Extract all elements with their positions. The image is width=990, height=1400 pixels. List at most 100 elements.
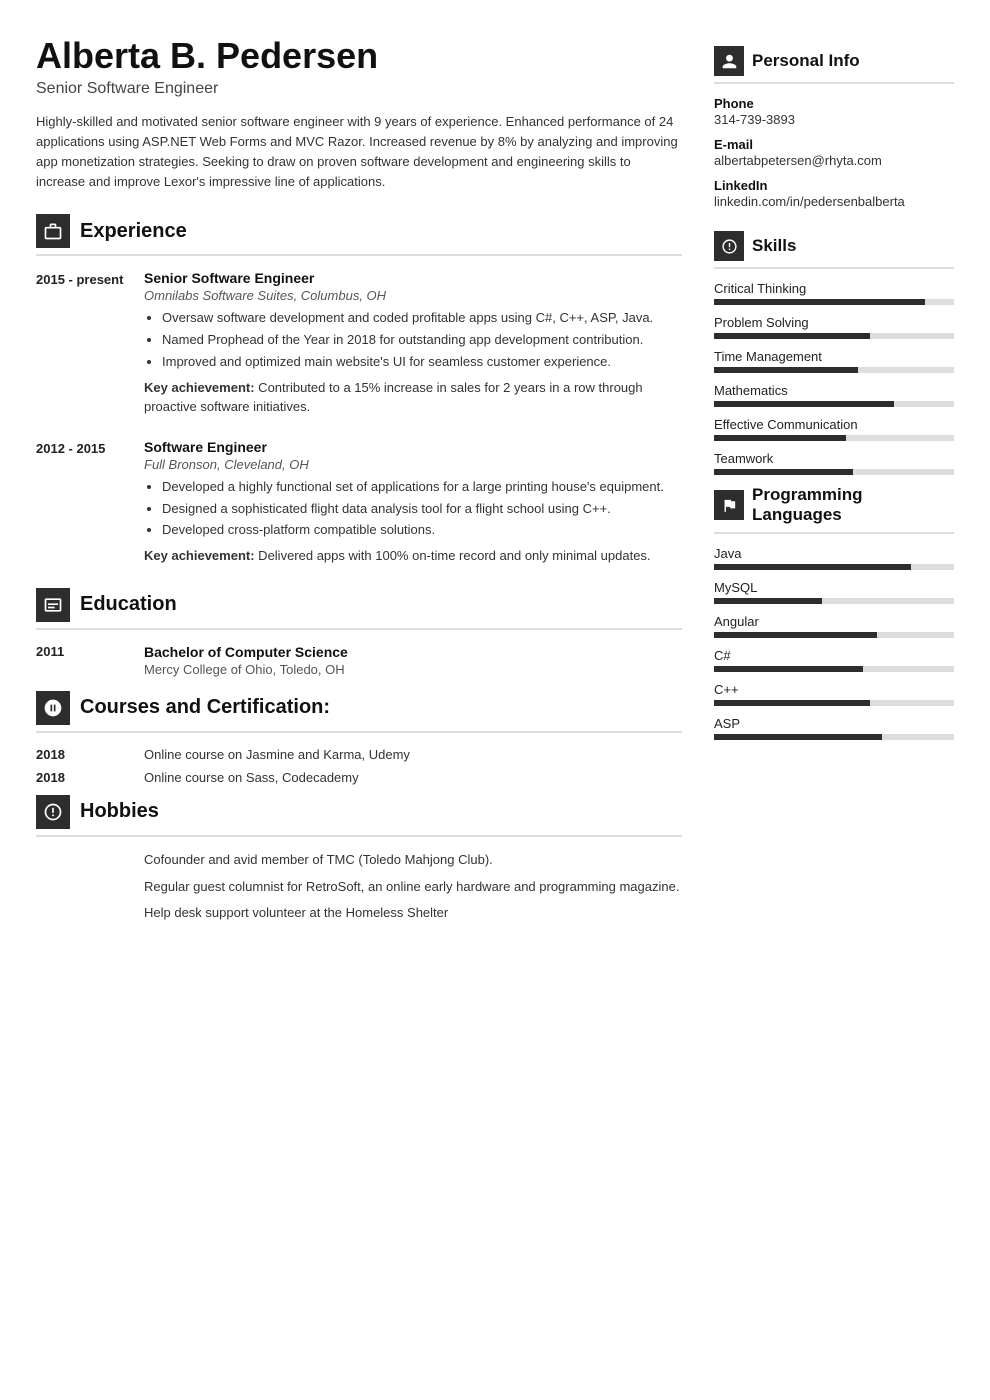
skill-item: Mathematics [714,383,954,407]
email-label: E-mail [714,137,954,152]
prog-lang-item: MySQL [714,580,954,604]
skill-bar-fill [714,435,846,441]
exp-bullet: Oversaw software development and coded p… [162,309,682,328]
skill-item: Teamwork [714,451,954,475]
skill-bar-fill [714,469,853,475]
prog-lang-section-header: Programming Languages [714,485,954,534]
prog-lang-bar-fill [714,700,870,706]
edu-body: Bachelor of Computer Science Mercy Colleg… [144,644,348,677]
prog-lang-name: MySQL [714,580,954,595]
course-year: 2018 [36,770,126,785]
person-name: Alberta B. Pedersen [36,36,682,76]
course-desc: Online course on Sass, Codecademy [144,770,359,785]
flag-svg [721,497,738,514]
email-value: albertabpetersen@rhyta.com [714,153,954,168]
exp-job-title: Software Engineer [144,439,682,455]
skills-list: Critical ThinkingProblem SolvingTime Man… [714,281,954,475]
exp-body: Senior Software Engineer Omnilabs Softwar… [144,270,682,417]
linkedin-item: LinkedIn linkedin.com/in/pedersenbalbert… [714,178,954,209]
exp-bullet: Developed a highly functional set of app… [162,478,682,497]
exp-bullet: Improved and optimized main website's UI… [162,353,682,372]
skill-bar-bg [714,469,954,475]
courses-svg [43,698,63,718]
prog-lang-name: ASP [714,716,954,731]
right-column: Personal Info Phone 314-739-3893 E-mail … [714,36,954,1364]
course-year: 2018 [36,747,126,762]
key-achievement: Key achievement: Contributed to a 15% in… [144,378,682,417]
prog-lang-name: Angular [714,614,954,629]
skill-bar-fill [714,333,870,339]
skill-bar-bg [714,401,954,407]
prog-lang-bar-bg [714,564,954,570]
prog-lang-bar-bg [714,632,954,638]
person-svg [721,53,738,70]
experience-icon [36,214,70,248]
left-column: Alberta B. Pedersen Senior Software Engi… [36,36,682,1364]
education-svg [43,595,63,615]
exp-item: 2015 - present Senior Software Engineer Om… [36,270,682,417]
edu-item: 2011Bachelor of Computer ScienceMercy Co… [36,644,682,677]
education-section-header: Education [36,588,682,630]
prog-lang-title: Programming Languages [752,485,954,526]
skill-bar-fill [714,367,858,373]
skill-bar-fill [714,401,894,407]
skill-name: Critical Thinking [714,281,954,296]
hobby-item: Cofounder and avid member of TMC (Toledo… [144,851,682,870]
skill-name: Mathematics [714,383,954,398]
exp-dates: 2012 - 2015 [36,439,126,566]
briefcase-svg [43,221,63,241]
courses-icon [36,691,70,725]
prog-lang-name: Java [714,546,954,561]
skill-bar-bg [714,333,954,339]
exp-job-title: Senior Software Engineer [144,270,682,286]
skill-bar-bg [714,435,954,441]
exp-bullet: Named Prophead of the Year in 2018 for o… [162,331,682,350]
exp-company: Full Bronson, Cleveland, OH [144,457,682,472]
person-title: Senior Software Engineer [36,80,682,98]
skills-svg [721,238,738,255]
linkedin-value: linkedin.com/in/pedersenbalberta [714,194,954,209]
skill-name: Time Management [714,349,954,364]
prog-lang-list: Java MySQL Angular C# C++ ASP [714,546,954,740]
experience-list: 2015 - present Senior Software Engineer Om… [36,270,682,566]
prog-lang-item: C# [714,648,954,672]
exp-bullet: Developed cross-platform compatible solu… [162,521,682,540]
prog-lang-bar-fill [714,564,911,570]
exp-dates: 2015 - present [36,270,126,417]
email-item: E-mail albertabpetersen@rhyta.com [714,137,954,168]
key-achievement: Key achievement: Delivered apps with 100… [144,546,682,566]
course-desc: Online course on Jasmine and Karma, Udem… [144,747,410,762]
prog-lang-bar-bg [714,734,954,740]
hobbies-section-header: Hobbies [36,795,682,837]
prog-lang-bar-fill [714,632,877,638]
hobbies-icon [36,795,70,829]
exp-company: Omnilabs Software Suites, Columbus, OH [144,288,682,303]
skills-title: Skills [752,236,796,256]
edu-school: Mercy College of Ohio, Toledo, OH [144,662,348,677]
prog-lang-bar-fill [714,598,822,604]
personal-info-icon [714,46,744,76]
exp-bullets: Oversaw software development and coded p… [144,309,682,372]
exp-bullet: Designed a sophisticated flight data ana… [162,500,682,519]
prog-lang-item: C++ [714,682,954,706]
edu-degree: Bachelor of Computer Science [144,644,348,660]
skill-item: Critical Thinking [714,281,954,305]
prog-lang-bar-bg [714,700,954,706]
hobby-item: Help desk support volunteer at the Homel… [144,904,682,923]
phone-label: Phone [714,96,954,111]
prog-lang-bar-bg [714,598,954,604]
experience-section-header: Experience [36,214,682,256]
prog-lang-name: C# [714,648,954,663]
skill-name: Teamwork [714,451,954,466]
prog-lang-bar-fill [714,666,863,672]
exp-body: Software Engineer Full Bronson, Cleveland… [144,439,682,566]
skill-name: Effective Communication [714,417,954,432]
prog-lang-item: Java [714,546,954,570]
education-icon [36,588,70,622]
course-item: 2018 Online course on Jasmine and Karma, … [36,747,682,762]
courses-list: 2018 Online course on Jasmine and Karma, … [36,747,682,785]
linkedin-label: LinkedIn [714,178,954,193]
courses-title: Courses and Certification: [80,696,330,719]
personal-info-title: Personal Info [752,51,860,71]
prog-lang-icon [714,490,744,520]
